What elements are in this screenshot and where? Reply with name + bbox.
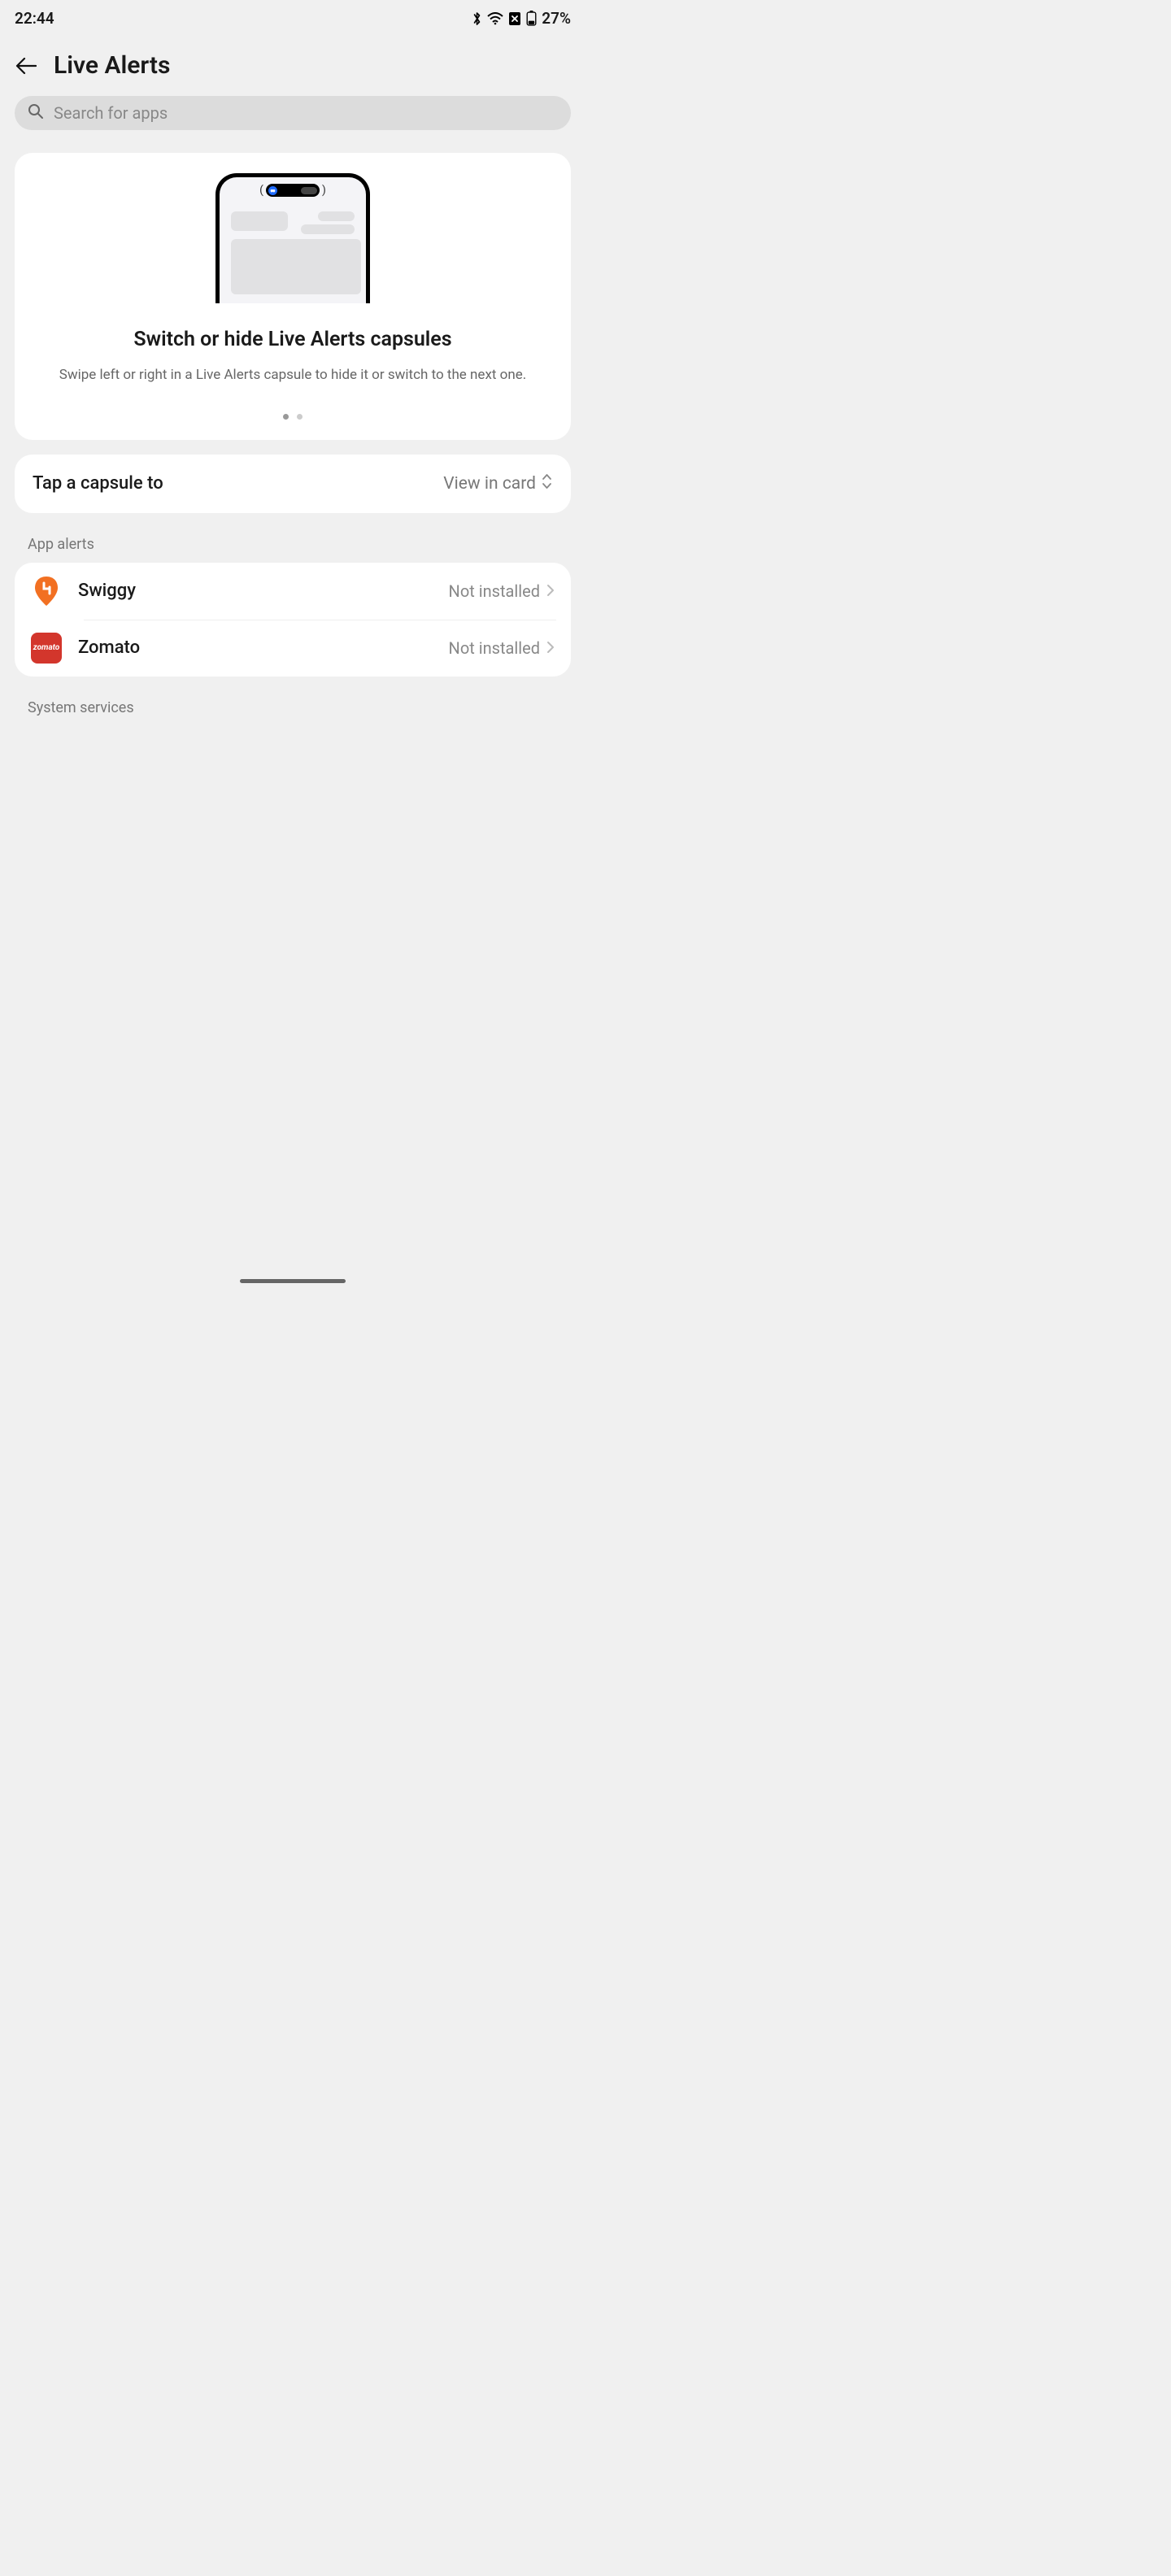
carousel-dots[interactable] — [35, 414, 551, 420]
search-input[interactable] — [54, 103, 558, 123]
bluetooth-icon — [472, 11, 482, 26]
sort-chevrons-icon — [541, 472, 553, 495]
chevron-right-icon — [546, 638, 555, 658]
status-right: 27% — [472, 9, 571, 28]
wifi-icon — [487, 12, 503, 25]
info-card-description: Swipe left or right in a Live Alerts cap… — [35, 366, 551, 385]
page-header: Live Alerts — [0, 37, 586, 96]
app-alerts-list: Swiggy Not installed zomato Zomato Not i… — [15, 563, 571, 677]
carousel-dot[interactable] — [283, 414, 289, 420]
page-title: Live Alerts — [54, 51, 170, 80]
app-status: Not installed — [449, 638, 555, 658]
status-time: 22:44 — [15, 9, 54, 28]
option-value: View in card — [443, 472, 553, 495]
battery-icon — [526, 11, 537, 26]
phone-illustration: ( ) — [215, 173, 370, 303]
carousel-dot[interactable] — [297, 414, 303, 420]
battery-percent: 27% — [542, 9, 571, 28]
app-row-zomato[interactable]: zomato Zomato Not installed — [15, 620, 571, 677]
tap-capsule-option[interactable]: Tap a capsule to View in card — [15, 455, 571, 513]
app-name: Swiggy — [78, 581, 433, 601]
status-bar: 22:44 27% — [0, 0, 586, 37]
search-icon — [28, 103, 44, 123]
zomato-icon: zomato — [31, 633, 62, 664]
app-status: Not installed — [449, 581, 555, 601]
arrow-left-icon — [15, 57, 37, 75]
app-row-swiggy[interactable]: Swiggy Not installed — [15, 563, 571, 620]
info-card[interactable]: ( ) Switch or hide Live Alerts capsules … — [15, 153, 571, 440]
no-sim-icon — [508, 11, 521, 26]
app-name: Zomato — [78, 637, 433, 658]
search-bar[interactable] — [15, 96, 571, 130]
option-label: Tap a capsule to — [33, 473, 163, 494]
home-indicator[interactable] — [240, 1279, 346, 1283]
section-header-system-services: System services — [0, 691, 586, 726]
swiggy-icon — [31, 576, 62, 607]
chevron-right-icon — [546, 581, 555, 601]
info-card-title: Switch or hide Live Alerts capsules — [35, 328, 551, 351]
back-button[interactable] — [15, 54, 37, 77]
section-header-app-alerts: App alerts — [0, 528, 586, 563]
